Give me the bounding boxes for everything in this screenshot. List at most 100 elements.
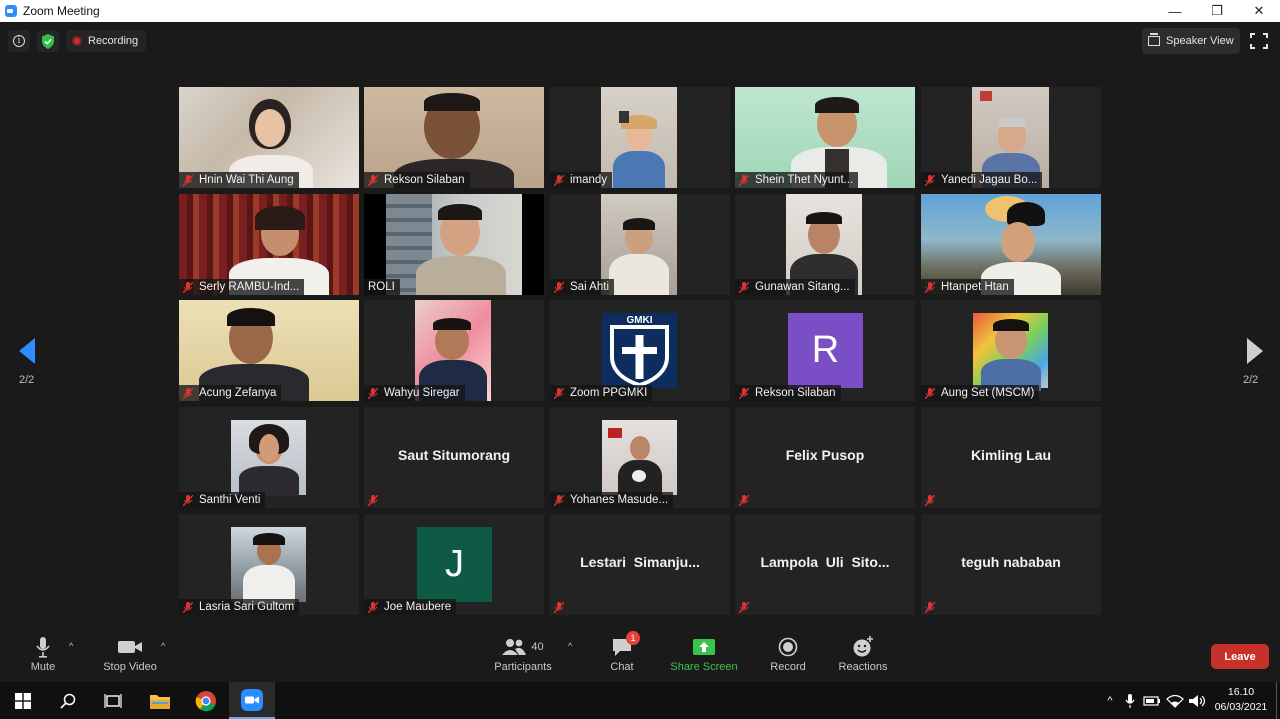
participant-label: Santhi Venti: [179, 492, 266, 508]
task-view-button[interactable]: [90, 682, 136, 719]
muted-mic-icon: [183, 601, 193, 613]
close-button[interactable]: ✕: [1238, 0, 1280, 22]
muted-mic-icon: [183, 281, 193, 293]
participant-label: [735, 492, 760, 508]
participant-video: [231, 420, 306, 496]
participant-tile[interactable]: Hnin Wai Thi Aung: [179, 87, 359, 188]
participant-tile[interactable]: Kimling Lau: [921, 407, 1101, 508]
participant-label: Shein Thet Nyunt...: [735, 172, 859, 188]
restore-button[interactable]: ❐: [1196, 0, 1238, 22]
share-screen-button[interactable]: Share Screen: [670, 635, 738, 673]
meeting-info-button[interactable]: i: [8, 30, 30, 52]
leave-button[interactable]: Leave: [1211, 644, 1269, 669]
participant-name: Hnin Wai Thi Aung: [199, 174, 294, 186]
participants-options-chevron-icon[interactable]: ^: [568, 641, 572, 651]
record-label: Record: [770, 661, 806, 673]
participant-label: Hnin Wai Thi Aung: [179, 172, 299, 188]
record-button[interactable]: Record: [769, 635, 807, 673]
show-desktop-button[interactable]: [1276, 682, 1277, 719]
participant-label: imandy: [550, 172, 613, 188]
wifi-icon[interactable]: [1164, 693, 1186, 709]
muted-mic-icon: [368, 387, 378, 399]
participant-tile[interactable]: Gunawan Sitang...: [735, 194, 915, 295]
participant-tile[interactable]: ROLI: [364, 194, 544, 295]
participant-name: Rekson Silaban: [384, 174, 465, 186]
audio-options-chevron-icon[interactable]: ^: [69, 641, 73, 651]
participant-tile[interactable]: Santhi Venti: [179, 407, 359, 508]
window-controls: — ❐ ✕: [1154, 0, 1280, 22]
recording-label: Recording: [88, 35, 139, 47]
participant-tile[interactable]: Aung Set (MSCM): [921, 300, 1101, 401]
participant-tile[interactable]: Rekson Silaban: [364, 87, 544, 188]
participant-video: [973, 313, 1048, 391]
participant-tile[interactable]: Lasria Sari Gultom: [179, 514, 359, 615]
zoom-taskbar-button[interactable]: [229, 682, 275, 719]
search-button[interactable]: [45, 682, 91, 719]
security-shield-button[interactable]: [37, 30, 59, 52]
muted-mic-icon: [739, 601, 749, 613]
muted-mic-icon: [925, 174, 935, 186]
participant-tile[interactable]: Felix Pusop: [735, 407, 915, 508]
muted-mic-icon: [368, 601, 378, 613]
fullscreen-icon[interactable]: [1250, 33, 1268, 49]
participant-tile[interactable]: Lestari Simanju...: [550, 514, 730, 615]
folder-icon: [150, 694, 170, 709]
participant-tile[interactable]: Sai Ahti: [550, 194, 730, 295]
recording-indicator[interactable]: Recording: [66, 30, 147, 52]
avatar: R: [788, 313, 863, 388]
video-options-chevron-icon[interactable]: ^: [161, 641, 165, 651]
speaker-view-icon: [1148, 33, 1160, 46]
battery-icon[interactable]: [1140, 693, 1164, 709]
participant-tile[interactable]: Wahyu Siregar: [364, 300, 544, 401]
participant-tile[interactable]: Yanedi Jagau Bo...: [921, 87, 1101, 188]
participant-label: [921, 492, 946, 508]
muted-mic-icon: [368, 494, 378, 506]
participant-label: Lasria Sari Gultom: [179, 599, 300, 615]
participant-name: Yanedi Jagau Bo...: [941, 174, 1038, 186]
participant-tile[interactable]: Yohanes Masude...: [550, 407, 730, 508]
participant-tile[interactable]: Lampola Uli Sito...: [735, 514, 915, 615]
participant-tile[interactable]: teguh nababan: [921, 514, 1101, 615]
reactions-button[interactable]: Reactions: [837, 635, 889, 673]
mute-button[interactable]: Mute: [28, 635, 58, 673]
start-button[interactable]: [0, 682, 46, 719]
tray-microphone-icon[interactable]: [1120, 693, 1140, 709]
windows-logo-icon: [15, 692, 31, 709]
participant-label: Zoom PPGMKI: [550, 385, 653, 401]
participants-button[interactable]: 40 Participants: [494, 635, 552, 673]
chrome-taskbar-button[interactable]: [183, 682, 229, 719]
gmki-logo-text: GMKI: [626, 315, 653, 326]
mute-label: Mute: [30, 661, 56, 673]
meeting-top-bar: i Recording Speaker View: [0, 22, 1280, 60]
participant-label: [364, 492, 389, 508]
previous-page-arrow-icon[interactable]: [17, 337, 37, 365]
muted-mic-icon: [925, 281, 935, 293]
participant-count: 40: [531, 641, 544, 653]
muted-mic-icon: [554, 601, 564, 613]
stop-video-button[interactable]: Stop Video: [102, 635, 158, 673]
participant-tile[interactable]: Acung Zefanya: [179, 300, 359, 401]
participant-label: [735, 599, 760, 615]
chat-button[interactable]: 1 Chat: [608, 631, 640, 673]
participant-tile[interactable]: R Rekson Silaban: [735, 300, 915, 401]
participant-tile[interactable]: Htanpet Htan: [921, 194, 1101, 295]
participant-tile[interactable]: Serly RAMBU-Ind...: [179, 194, 359, 295]
participant-name: Htanpet Htan: [941, 281, 1009, 293]
participant-tile[interactable]: J Joe Maubere: [364, 514, 544, 615]
participant-tile[interactable]: Shein Thet Nyunt...: [735, 87, 915, 188]
participant-name: Santhi Venti: [199, 494, 261, 506]
participant-tile[interactable]: Saut Situmorang: [364, 407, 544, 508]
muted-mic-icon: [554, 387, 564, 399]
participant-tile[interactable]: GMKI Zoom PPGMKI: [550, 300, 730, 401]
next-page-arrow-icon[interactable]: [1245, 337, 1265, 365]
volume-speaker-icon[interactable]: [1186, 693, 1208, 709]
file-explorer-taskbar-button[interactable]: [137, 682, 183, 719]
taskbar-clock[interactable]: 16.10 06/03/2021: [1208, 685, 1274, 715]
participant-label: Joe Maubere: [364, 599, 457, 615]
participant-name: Joe Maubere: [384, 601, 452, 613]
clock-date: 06/03/2021: [1214, 701, 1268, 713]
speaker-view-button[interactable]: Speaker View: [1142, 28, 1240, 54]
minimize-button[interactable]: —: [1154, 0, 1196, 22]
participant-tile[interactable]: imandy: [550, 87, 730, 188]
show-hidden-icons-chevron-icon[interactable]: ^: [1100, 695, 1120, 707]
